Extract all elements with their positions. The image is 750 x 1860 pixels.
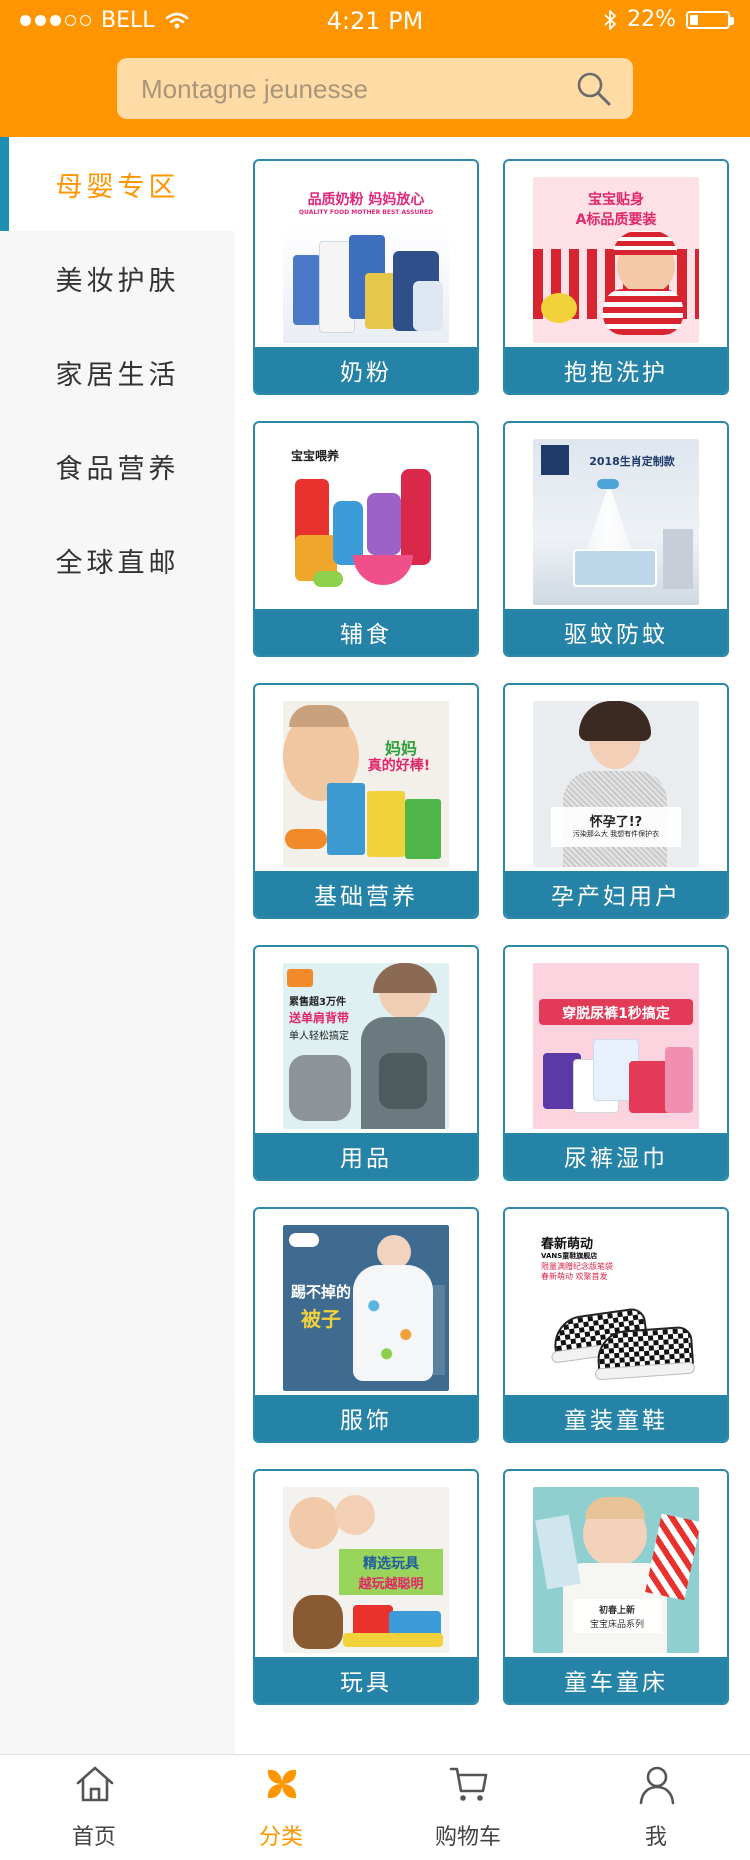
- category-label: 抱抱洗护: [505, 347, 727, 393]
- image-caption: 春新萌动: [541, 1237, 594, 1252]
- image-caption: 精选玩具: [363, 1556, 419, 1572]
- category-label: 孕产妇用户: [505, 871, 727, 917]
- product-image: 踢不掉的 被子: [283, 1225, 449, 1391]
- tab-category[interactable]: 分类: [211, 1755, 351, 1860]
- category-label: 奶粉: [255, 347, 477, 393]
- header: BELL 4:21 PM 22%: [0, 0, 750, 137]
- battery-level: [690, 14, 698, 25]
- category-sidebar: 母婴专区 美妆护肤 家居生活 食品营养 全球直邮: [0, 137, 235, 1754]
- category-label: 服饰: [255, 1395, 477, 1441]
- category-label: 童装童鞋: [505, 1395, 727, 1441]
- category-label: 用品: [255, 1133, 477, 1179]
- category-card-kids-shoes[interactable]: 春新萌动 VANS童鞋旗舰店 限量满赠纪念版笔袋 春新萌动 欢聚首发 童装童鞋: [503, 1207, 729, 1443]
- sidebar-item-beauty[interactable]: 美妆护肤: [0, 231, 235, 325]
- tab-home[interactable]: 首页: [24, 1755, 164, 1860]
- category-icon: [267, 1769, 297, 1799]
- search-bar[interactable]: [117, 58, 633, 121]
- sidebar-item-home[interactable]: 家居生活: [0, 325, 235, 419]
- image-caption: 被子: [301, 1307, 341, 1331]
- image-caption: 累售超3万件: [289, 997, 346, 1008]
- category-label: 尿裤湿巾: [505, 1133, 727, 1179]
- product-image: 穿脱尿裤1秒搞定: [533, 963, 699, 1129]
- image-caption: VANS童鞋旗舰店: [541, 1252, 598, 1260]
- home-icon: [76, 1766, 114, 1802]
- category-label: 玩具: [255, 1657, 477, 1703]
- category-card-strollers[interactable]: 初春上新 宝宝床品系列 童车童床: [503, 1469, 729, 1705]
- image-caption: 宝宝喂养: [291, 449, 340, 463]
- sidebar-item-label: 美妆护肤: [55, 265, 180, 297]
- product-image: 品质奶粉 妈妈放心 QUALITY FOOD MOTHER BEST ASSUR…: [283, 177, 449, 343]
- bluetooth-icon: [604, 9, 616, 30]
- sidebar-item-label: 食品营养: [55, 453, 180, 485]
- category-card-milk-powder[interactable]: 品质奶粉 妈妈放心 QUALITY FOOD MOTHER BEST ASSUR…: [253, 159, 479, 395]
- tab-label: 首页: [71, 1825, 116, 1850]
- image-caption: 越玩越聪明: [358, 1577, 424, 1592]
- category-label: 基础营养: [255, 871, 477, 917]
- tab-bar: 首页 分类 购物车 我: [0, 1754, 750, 1859]
- category-label: 驱蚊防蚊: [505, 609, 727, 655]
- tab-profile[interactable]: 我: [586, 1755, 726, 1860]
- category-card-supplies[interactable]: 累售超3万件 送单肩背带 单人轻松搞定 用品: [253, 945, 479, 1181]
- category-card-baby-care[interactable]: 宝宝贴身 A标品质要装 抱抱洗护: [503, 159, 729, 395]
- image-caption: A标品质要装: [575, 212, 657, 228]
- product-image: 精选玩具 越玩越聪明: [283, 1487, 449, 1653]
- tab-label: 购物车: [434, 1825, 501, 1850]
- category-card-mosquito[interactable]: 2018生肖定制款 驱蚊防蚊: [503, 421, 729, 657]
- image-caption: 春新萌动 欢聚首发: [541, 1272, 608, 1281]
- image-caption: 穿脱尿裤1秒搞定: [562, 1006, 670, 1022]
- product-image: 怀孕了!? 污染那么大 我想有件保护衣: [533, 701, 699, 867]
- battery-percent: 22%: [627, 7, 676, 32]
- category-card-maternity[interactable]: 怀孕了!? 污染那么大 我想有件保护衣 孕产妇用户: [503, 683, 729, 919]
- image-caption: 宝宝贴身: [588, 192, 644, 208]
- category-card-nutrition[interactable]: 妈妈 真的好棒! 基础营养: [253, 683, 479, 919]
- category-label: 童车童床: [505, 1657, 727, 1703]
- sidebar-item-global[interactable]: 全球直邮: [0, 513, 235, 607]
- user-icon: [639, 1766, 675, 1805]
- category-label: 辅食: [255, 609, 477, 655]
- category-card-diapers[interactable]: 穿脱尿裤1秒搞定 尿裤湿巾: [503, 945, 729, 1181]
- sidebar-item-label: 全球直邮: [55, 547, 180, 579]
- product-image: 2018生肖定制款: [533, 439, 699, 605]
- product-image: 初春上新 宝宝床品系列: [533, 1487, 699, 1653]
- battery-icon: [686, 10, 734, 29]
- image-caption: 宝宝床品系列: [589, 1620, 644, 1630]
- product-image: 妈妈 真的好棒!: [283, 701, 449, 867]
- tab-label: 分类: [258, 1825, 303, 1850]
- search-input[interactable]: [139, 58, 563, 121]
- product-image: 宝宝贴身 A标品质要装: [533, 177, 699, 343]
- sidebar-item-mother-baby[interactable]: 母婴专区: [0, 137, 235, 231]
- image-caption: 品质奶粉 妈妈放心: [307, 192, 425, 208]
- image-caption: 单人轻松搞定: [289, 1031, 349, 1042]
- sidebar-item-food[interactable]: 食品营养: [0, 419, 235, 513]
- image-caption: 真的好棒!: [367, 758, 431, 774]
- image-caption: 2018生肖定制款: [589, 455, 675, 468]
- status-right: 22%: [603, 7, 734, 32]
- image-caption: 怀孕了!?: [589, 815, 643, 830]
- image-caption: 送单肩背带: [289, 1011, 350, 1025]
- product-image: 宝宝喂养: [283, 439, 449, 605]
- category-grid: 品质奶粉 妈妈放心 QUALITY FOOD MOTHER BEST ASSUR…: [235, 137, 750, 1754]
- image-caption: 污染那么大 我想有件保护衣: [572, 830, 660, 838]
- category-card-apparel[interactable]: 踢不掉的 被子 服饰: [253, 1207, 479, 1443]
- search-icon[interactable]: [575, 70, 613, 108]
- sidebar-item-label: 母婴专区: [55, 171, 180, 203]
- cart-icon: [449, 1767, 488, 1801]
- product-image: 累售超3万件 送单肩背带 单人轻松搞定: [283, 963, 449, 1129]
- status-bar: BELL 4:21 PM 22%: [0, 0, 750, 40]
- category-card-toys[interactable]: 精选玩具 越玩越聪明 玩具: [253, 1469, 479, 1705]
- tab-cart[interactable]: 购物车: [398, 1755, 538, 1860]
- category-card-feeding[interactable]: 宝宝喂养 辅食: [253, 421, 479, 657]
- product-image: 春新萌动 VANS童鞋旗舰店 限量满赠纪念版笔袋 春新萌动 欢聚首发: [533, 1225, 699, 1391]
- image-caption: 踢不掉的: [290, 1283, 351, 1301]
- sidebar-item-label: 家居生活: [55, 359, 180, 391]
- image-caption: QUALITY FOOD MOTHER BEST ASSURED: [298, 209, 434, 216]
- tab-label: 我: [644, 1825, 667, 1850]
- image-caption: 初春上新: [598, 1606, 635, 1616]
